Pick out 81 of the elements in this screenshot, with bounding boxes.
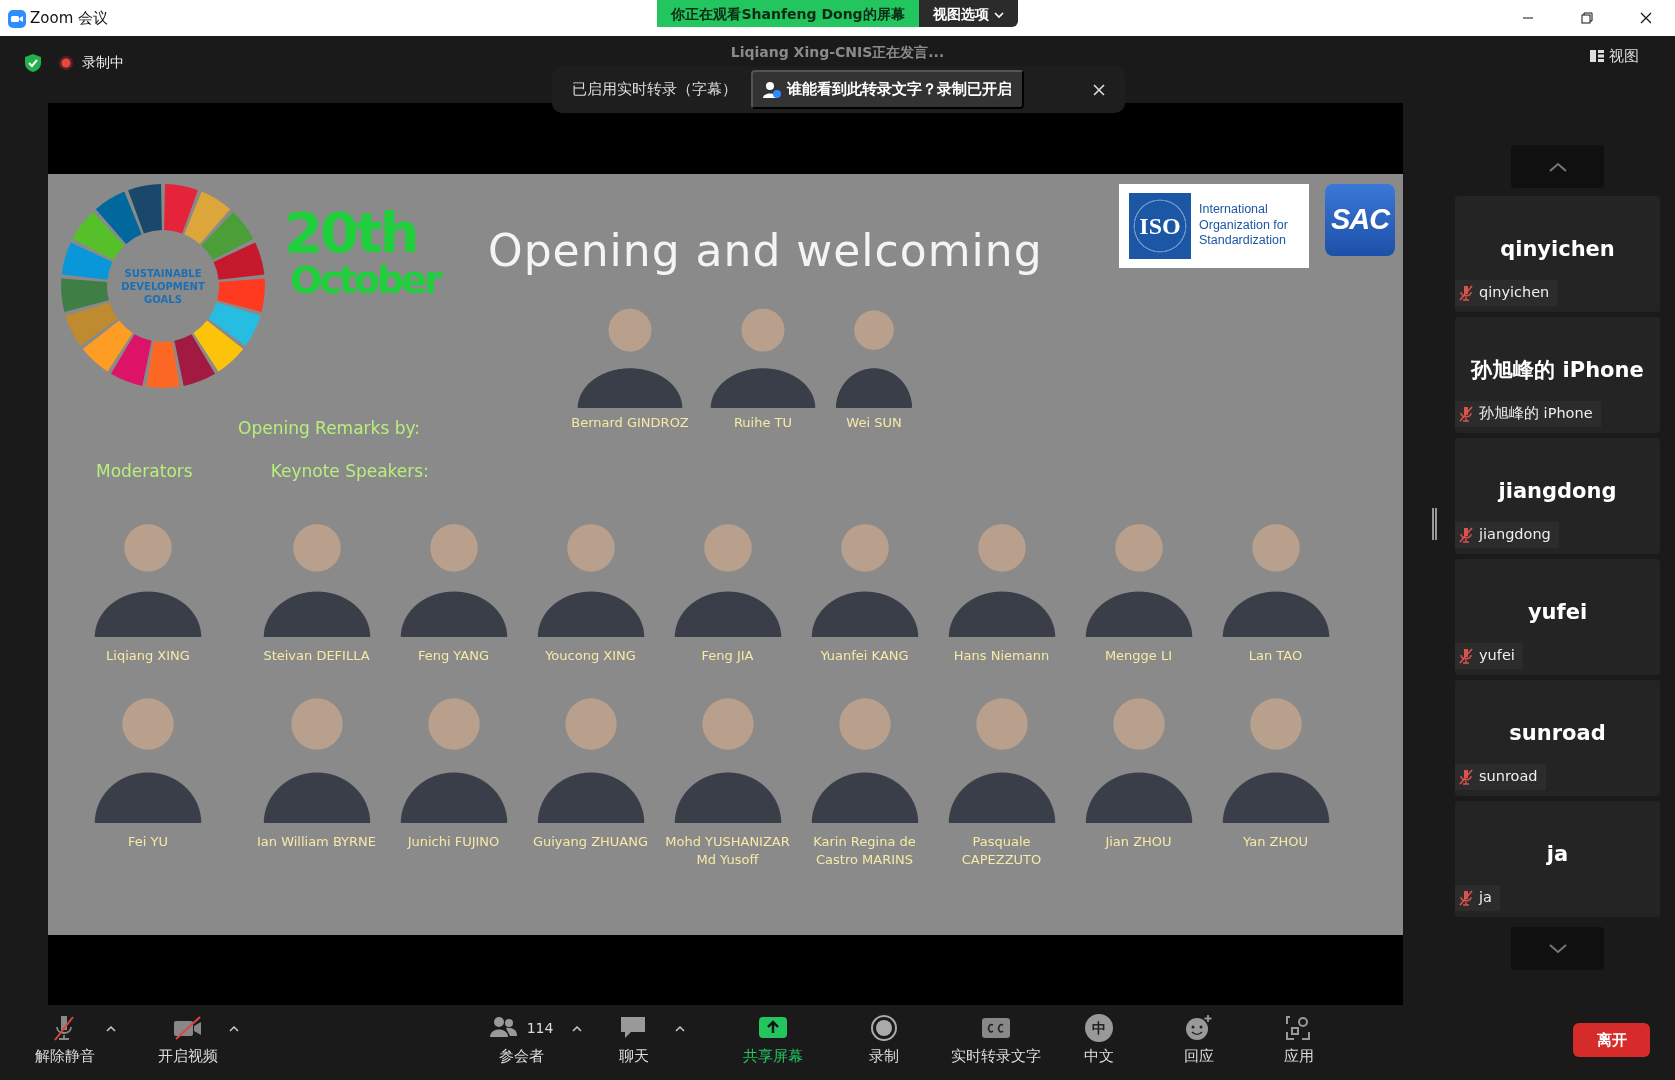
caret-up-icon[interactable] — [106, 1024, 116, 1032]
speaker-name: Karin Regina de Castro MARINS — [813, 832, 916, 869]
iso-mark: ISO — [1129, 192, 1191, 259]
date-day: 20th — [284, 204, 440, 261]
zoom-logo-icon — [8, 9, 26, 28]
layout-icon — [1590, 49, 1604, 64]
leave-button[interactable]: 离开 — [1573, 1023, 1650, 1057]
recording-dot-icon — [58, 54, 74, 71]
screen-share-banner: 你正在观看Shanfeng Dong的屏幕 — [657, 0, 919, 27]
participants-button[interactable]: 114 参会者 — [476, 1013, 566, 1068]
chevron-up-icon — [1548, 161, 1567, 172]
iso-name: International Organization for Standardization — [1199, 202, 1289, 249]
splitter-handle[interactable] — [1432, 508, 1437, 540]
date-month: October — [290, 260, 440, 299]
speaker-name: Liqiang XING — [106, 646, 190, 665]
participant-label: yufei — [1455, 643, 1523, 669]
speaker-name: Fei YU — [128, 832, 168, 851]
keynote-speakers-label: Keynote Speakers: — [270, 460, 429, 483]
participant-label: jiangdong — [1455, 522, 1559, 548]
speaker-name: Mohd YUSHANIZAR Md Yusoff — [665, 832, 790, 869]
moderators-label: Moderators — [96, 460, 193, 483]
speaker-name: Yan ZHOU — [1243, 832, 1308, 851]
caret-up-icon[interactable] — [572, 1024, 582, 1032]
participant-name: 孙旭峰的 iPhone — [1469, 357, 1645, 384]
speaker-name: Hans Niemann — [953, 646, 1050, 665]
view-options-button[interactable]: 视图选项 — [918, 0, 1018, 27]
speaker-name: Junichi FUJINO — [407, 832, 500, 851]
language-button[interactable]: 中 中文 — [1059, 1013, 1139, 1068]
speaker-name: Ian William BYRNE — [256, 832, 377, 851]
speaker-name: Pasquale CAPEZZUTO — [961, 832, 1042, 869]
video-button[interactable]: 开启视频 — [153, 1013, 223, 1068]
chat-button[interactable]: 聊天 — [599, 1013, 669, 1068]
recording-status: 录制中 — [82, 53, 124, 72]
participant-count: 114 — [526, 1018, 554, 1038]
speaker-name: Guiyang ZHUANG — [532, 832, 649, 851]
participant-label: 孙旭峰的 iPhone — [1455, 401, 1601, 427]
caret-up-icon[interactable] — [229, 1024, 239, 1032]
participant-name: yufei — [1526, 599, 1589, 626]
speaker-name: Jian ZHOU — [1105, 832, 1172, 851]
apps-button[interactable]: 应用 — [1259, 1013, 1339, 1068]
participant-name: qinyichen — [1499, 236, 1616, 263]
close-icon[interactable] — [1639, 12, 1652, 24]
speaker-name: Youcong XING — [545, 646, 636, 665]
record-icon — [869, 1014, 899, 1042]
speaker-name: Steivan DEFILLA — [263, 646, 370, 665]
participant-label: sunroad — [1455, 764, 1546, 790]
person-info-icon — [763, 80, 781, 99]
mic-button[interactable]: 解除静音 — [30, 1013, 100, 1068]
opening-remarks-label: Opening Remarks by: — [238, 416, 421, 440]
reactions-button[interactable]: 回应 — [1159, 1013, 1239, 1068]
speaker-name: Wei SUN — [846, 413, 902, 432]
participant-label: qinyichen — [1455, 280, 1558, 306]
participant-name: jiangdong — [1496, 478, 1618, 505]
share-button[interactable]: 共享屏幕 — [728, 1013, 818, 1068]
window-title: Zoom 会议 — [30, 8, 108, 29]
restore-icon[interactable] — [1580, 12, 1593, 24]
language-icon: 中 — [1085, 1014, 1113, 1042]
sac-logo: SAC — [1325, 183, 1395, 256]
smiley-plus-icon — [1184, 1014, 1214, 1042]
speaker-name: Mengge LI — [1104, 646, 1173, 665]
slide-title: Opening and welcoming — [488, 223, 1043, 278]
shield-check-icon — [24, 52, 42, 73]
participant-name: sunroad — [1508, 720, 1607, 747]
participant-name: ja — [1545, 841, 1570, 868]
sdg-wheel-drawing: SUSTAINABLE DEVELOPMENT GOALS — [58, 180, 268, 391]
chevron-down-icon — [1548, 943, 1567, 954]
speaker-name: Feng YANG — [418, 646, 489, 665]
caret-up-icon[interactable] — [675, 1024, 685, 1032]
speaker-name: Lan TAO — [1248, 646, 1303, 665]
view-button[interactable]: 视图 — [1584, 44, 1645, 69]
caret-icon — [993, 11, 1004, 19]
transcript-visibility-link[interactable]: 谁能看到此转录文字？录制已开启 — [751, 70, 1024, 109]
record-button[interactable]: 录制 — [839, 1013, 929, 1068]
speaker-name: Yuanfei KANG — [820, 646, 909, 665]
transcript-status: 已启用实时转录（字幕） — [572, 79, 737, 101]
captions-button[interactable]: 实时转录文字 — [941, 1013, 1051, 1068]
participant-label: ja — [1455, 885, 1500, 911]
speaker-name: Ruihe TU — [733, 413, 793, 432]
speaker-name: Feng JIA — [701, 646, 754, 665]
speaker-name: Bernard GINDROZ — [571, 413, 689, 432]
active-speaker-label: Liqiang Xing-CNIS正在发言... — [730, 43, 945, 62]
